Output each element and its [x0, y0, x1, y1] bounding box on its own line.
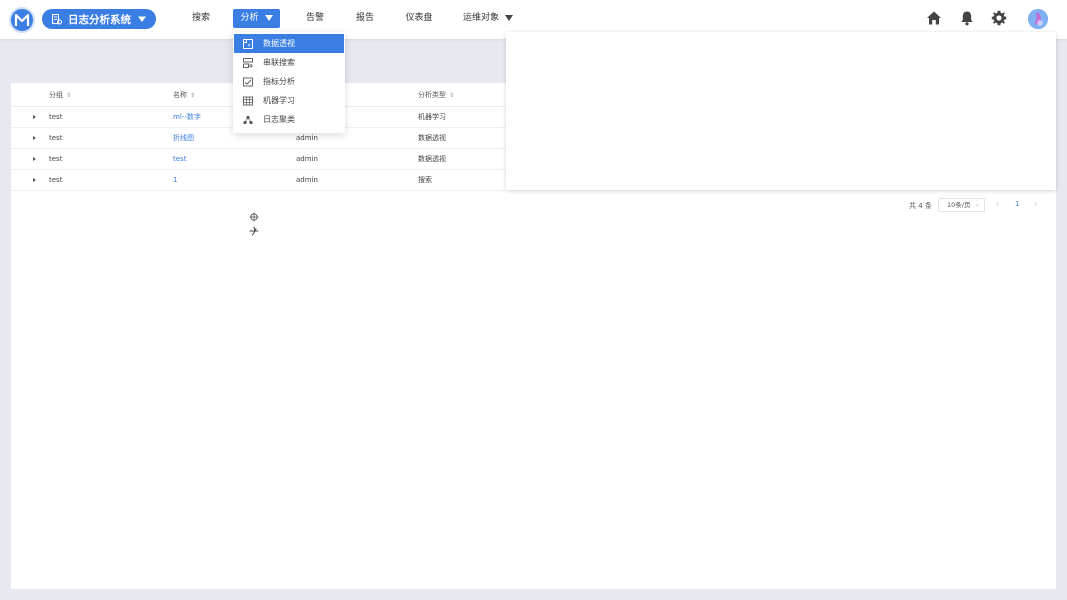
menu-item-label: 串联搜索 — [263, 58, 295, 67]
chain-search-icon — [243, 57, 253, 68]
home-icon[interactable] — [926, 10, 942, 26]
page-size-value: 10条/页 — [947, 201, 971, 209]
expand-row-icon[interactable] — [33, 157, 36, 161]
menu-item-label: 日志聚类 — [263, 115, 295, 124]
pagination-prev-button[interactable]: ‹ — [996, 199, 999, 208]
airplane-icon[interactable] — [249, 226, 259, 236]
app-icon — [52, 13, 62, 24]
pagination-total: 共 4 条 — [909, 202, 932, 210]
column-header-label: 分析类型 — [418, 91, 446, 99]
sort-icon[interactable]: ⇕ — [190, 84, 195, 108]
nav-ops-objects-label: 运维对象 — [462, 13, 499, 23]
cluster-icon — [243, 115, 253, 124]
avatar-image — [1028, 9, 1048, 29]
bell-icon[interactable] — [959, 10, 975, 26]
nav-dashboard-label: 仪表盘 — [405, 13, 433, 23]
cell-group: test — [49, 134, 63, 142]
pagination-next-button[interactable]: › — [1034, 199, 1037, 208]
pivot-icon — [243, 38, 253, 49]
expand-row-icon[interactable] — [33, 178, 36, 182]
analysis-dropdown-menu: 数据透视 串联搜索 指标分析 机器学习 日志聚类 — [233, 32, 345, 133]
column-header-label: 名称 — [173, 91, 187, 99]
logo[interactable] — [9, 7, 35, 33]
menu-item-metric-analysis[interactable]: 指标分析 — [234, 72, 344, 91]
nav-reports-label: 报告 — [355, 13, 374, 23]
nav-reports[interactable]: 报告 — [347, 9, 383, 28]
cell-group: test — [49, 113, 63, 121]
cell-type: 数据透视 — [418, 155, 446, 163]
cell-type: 机器学习 — [418, 113, 446, 121]
popover-panel — [506, 32, 1056, 190]
expand-row-icon[interactable] — [33, 115, 36, 119]
cell-name-link[interactable]: ml--数字 — [173, 107, 201, 128]
nav-alerts[interactable]: 告警 — [297, 9, 333, 28]
table-row[interactable]: test 1 admin 搜索 — [11, 170, 506, 191]
table-row[interactable]: test test admin 数据透视 — [11, 149, 506, 170]
cell-owner: admin — [296, 155, 318, 163]
cell-group: test — [49, 155, 63, 163]
expand-row-icon[interactable] — [33, 136, 36, 140]
column-header-name[interactable]: 名称 ⇕ — [173, 83, 195, 107]
page-size-select[interactable]: 10条/页 ⌄ — [938, 198, 985, 212]
crosshair-icon[interactable] — [249, 212, 259, 222]
avatar[interactable] — [1028, 9, 1048, 29]
chevron-down-icon — [138, 14, 146, 26]
chevron-down-icon — [505, 14, 513, 21]
metric-icon — [243, 77, 253, 86]
ml-icon — [243, 96, 253, 105]
chevron-down-icon: ⌄ — [974, 201, 980, 208]
menu-item-pivot[interactable]: 数据透视 — [234, 34, 344, 53]
menu-item-chain-search[interactable]: 串联搜索 — [234, 53, 344, 72]
column-header-label: 分组 — [49, 91, 63, 99]
cell-type: 搜索 — [418, 176, 432, 184]
pagination-page-1[interactable]: 1 — [1015, 200, 1019, 208]
cell-name-link[interactable]: 1 — [173, 170, 177, 191]
logo-icon — [14, 13, 30, 26]
nav-ops-objects[interactable]: 运维对象 — [460, 9, 516, 28]
nav-alerts-label: 告警 — [305, 13, 324, 23]
cell-name-link[interactable]: test — [173, 149, 186, 170]
cell-type: 数据透视 — [418, 134, 446, 142]
menu-item-machine-learning[interactable]: 机器学习 — [234, 91, 344, 110]
app-switcher[interactable]: 日志分析系统 — [42, 9, 156, 29]
nav-analysis[interactable]: 分析 — [233, 9, 280, 28]
sort-icon[interactable]: ⇕ — [66, 84, 71, 108]
cell-group: test — [49, 176, 63, 184]
menu-item-label: 指标分析 — [263, 77, 295, 86]
app-name: 日志分析系统 — [68, 13, 131, 26]
menu-item-log-clustering[interactable]: 日志聚类 — [234, 110, 344, 129]
cell-name-link[interactable]: 折线图 — [173, 128, 194, 149]
column-header-group[interactable]: 分组 ⇕ — [49, 83, 71, 107]
nav-search[interactable]: 搜索 — [183, 9, 219, 28]
chevron-down-icon — [264, 14, 273, 21]
cell-owner: admin — [296, 176, 318, 184]
column-header-type[interactable]: 分析类型 ⇕ — [418, 83, 454, 107]
menu-item-label: 机器学习 — [263, 96, 295, 105]
nav-search-label: 搜索 — [191, 13, 210, 23]
gear-icon[interactable] — [991, 10, 1007, 26]
nav-dashboard[interactable]: 仪表盘 — [398, 9, 440, 28]
menu-item-label: 数据透视 — [263, 39, 295, 48]
sort-icon[interactable]: ⇕ — [449, 84, 454, 108]
nav-analysis-label: 分析 — [240, 13, 259, 23]
